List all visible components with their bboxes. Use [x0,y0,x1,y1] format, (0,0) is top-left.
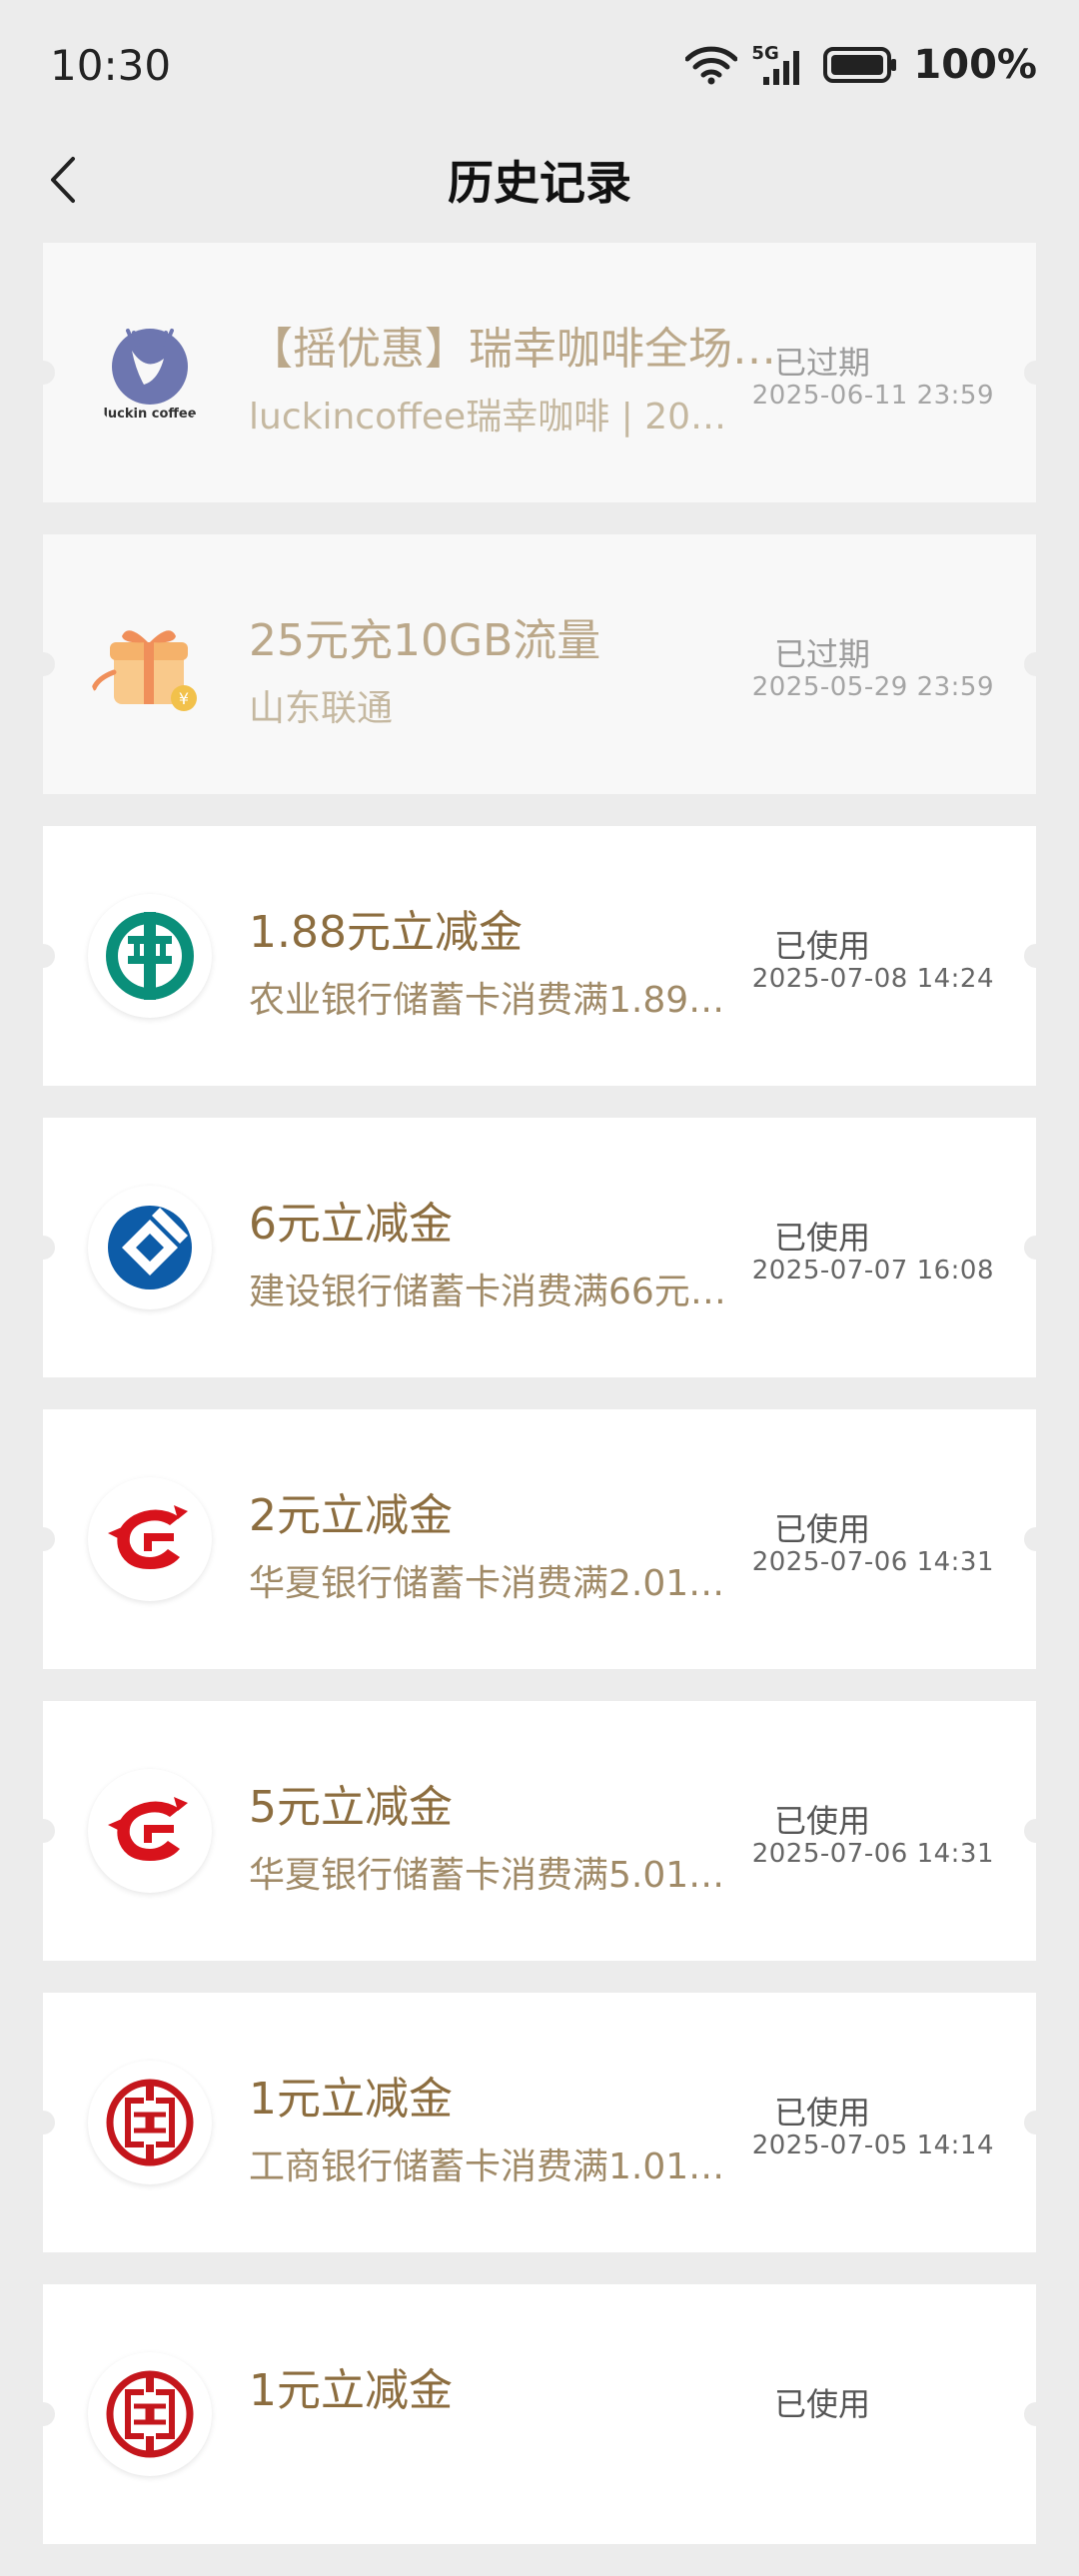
battery-level: 100% [913,42,1037,88]
svg-text:¥: ¥ [179,689,189,708]
record-title: 【摇优惠】瑞幸咖啡全场通用 [249,324,788,375]
history-record[interactable]: 6元立减金 建设银行储蓄卡消费满66元可用 已使用 2025-07-07 16:… [31,1118,1048,1377]
ticket-notch [31,361,55,385]
record-subtitle: 农业银行储蓄卡消费满1.89元可用 [249,980,734,1021]
ticket-notch [1024,1236,1048,1260]
icbc-bank-logo [88,2352,212,2476]
history-record[interactable]: 1.88元立减金 农业银行储蓄卡消费满1.89元可用 已使用 2025-07-0… [31,826,1048,1086]
ticket-notch [31,2111,55,2135]
record-title: 25元充10GB流量 [249,615,601,666]
record-subtitle: luckincoffee瑞幸咖啡 | 2025 [249,397,734,437]
record-title: 1元立减金 [249,2365,453,2416]
record-subtitle: 山东联通 [249,688,394,729]
hxb-bank-logo [88,1769,212,1893]
signal-icon: 5G [751,43,809,87]
record-title: 5元立减金 [249,1782,453,1833]
gift-box-icon: ¥ [88,602,212,726]
ticket-notch [1024,1527,1048,1551]
record-subtitle: 华夏银行储蓄卡消费满5.01元可用 [249,1855,734,1896]
status-time: 10:30 [50,40,172,90]
record-subtitle: 工商银行储蓄卡消费满1.01元可用 [249,2147,734,2187]
ticket-notch [31,652,55,676]
ccb-bank-logo [88,1186,212,1309]
history-record[interactable]: 1元立减金 工商银行储蓄卡消费满1.01元可用 已使用 2025-07-05 1… [31,1993,1048,2252]
ticket-notch [31,1819,55,1843]
record-title: 2元立减金 [249,1490,453,1541]
record-status: 已使用 [773,927,870,965]
record-status: 已使用 [773,2385,870,2423]
record-title: 1元立减金 [249,2074,453,2125]
abc-bank-logo [88,894,212,1018]
record-status: 已过期 [773,344,870,382]
status-icons: 5G 100% [685,42,1037,88]
history-record[interactable]: 1元立减金 已使用 [31,2284,1048,2544]
record-title: 1.88元立减金 [249,907,523,958]
nav-bar: 历史记录 [0,130,1079,230]
status-bar: 10:30 5G 100% [0,0,1079,130]
record-subtitle: 华夏银行储蓄卡消费满2.01元可用 [249,1563,734,1604]
record-title: 6元立减金 [249,1199,453,1250]
ticket-notch [1024,2402,1048,2426]
record-date: 2025-07-08 14:24 [751,964,994,994]
history-record[interactable]: luckin coffee 【摇优惠】瑞幸咖啡全场通用 luckincoffee… [31,243,1048,502]
ticket-notch [1024,2111,1048,2135]
ticket-notch [31,944,55,968]
record-status: 已使用 [773,1802,870,1840]
record-status: 已过期 [773,635,870,673]
ticket-notch [1024,944,1048,968]
record-date: 2025-07-06 14:31 [751,1547,994,1577]
hxb-bank-logo [88,1477,212,1601]
history-record[interactable]: ¥ 25元充10GB流量 山东联通 已过期 2025-05-29 23:59 [31,534,1048,794]
luckin-coffee-logo: luckin coffee [88,311,212,434]
history-list: luckin coffee 【摇优惠】瑞幸咖啡全场通用 luckincoffee… [31,243,1048,2576]
record-date: 2025-07-05 14:14 [751,2131,994,2160]
record-status: 已使用 [773,2094,870,2132]
ticket-notch [31,1527,55,1551]
ticket-notch [1024,1819,1048,1843]
record-date: 2025-06-11 23:59 [751,381,994,411]
battery-icon [823,47,897,83]
ticket-notch [31,1236,55,1260]
ticket-notch [31,2402,55,2426]
chevron-left-icon [51,157,75,203]
record-date: 2025-07-06 14:31 [751,1839,994,1869]
icbc-bank-logo [88,2061,212,2184]
record-date: 2025-05-29 23:59 [751,672,994,702]
record-status: 已使用 [773,1219,870,1257]
wifi-icon [685,46,738,85]
record-status: 已使用 [773,1510,870,1548]
history-record[interactable]: 5元立减金 华夏银行储蓄卡消费满5.01元可用 已使用 2025-07-06 1… [31,1701,1048,1961]
ticket-notch [1024,361,1048,385]
record-date: 2025-07-07 16:08 [751,1256,994,1286]
history-record[interactable]: 2元立减金 华夏银行储蓄卡消费满2.01元可用 已使用 2025-07-06 1… [31,1409,1048,1669]
page-title: 历史记录 [448,156,631,210]
record-subtitle: 建设银行储蓄卡消费满66元可用 [249,1272,734,1312]
luckin-logo-text: luckin coffee [103,407,197,422]
back-button[interactable] [34,152,90,208]
ticket-notch [1024,652,1048,676]
